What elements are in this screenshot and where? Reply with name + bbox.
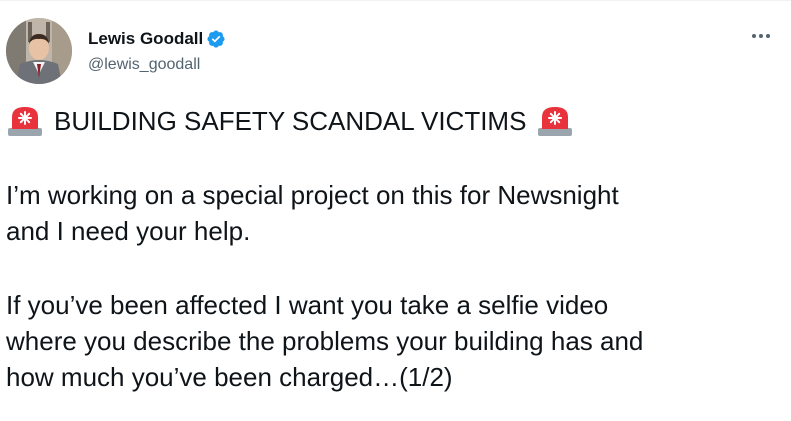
more-horizontal-icon bbox=[752, 34, 770, 38]
tweet-headline: BUILDING SAFETY SCANDAL VICTIMS bbox=[54, 106, 527, 136]
tweet-paragraph1-line: I’m working on a special project on this… bbox=[6, 180, 619, 210]
police-car-light-icon bbox=[536, 105, 574, 137]
avatar-image bbox=[6, 18, 72, 84]
tweet-paragraph1-line: and I need your help. bbox=[6, 216, 251, 246]
author-block: Lewis Goodall @lewis_goodall bbox=[88, 28, 226, 76]
avatar[interactable] bbox=[6, 18, 72, 84]
tweet-paragraph2-line: If you’ve been affected I want you take … bbox=[6, 290, 609, 320]
police-car-light-icon bbox=[6, 105, 44, 137]
tweet-card: Lewis Goodall @lewis_goodall BUILDING SA… bbox=[0, 0, 791, 421]
more-options-button[interactable] bbox=[749, 24, 773, 48]
tweet-paragraph2-line: where you describe the problems your bui… bbox=[6, 326, 644, 356]
author-name-row: Lewis Goodall bbox=[88, 28, 226, 50]
author-name[interactable]: Lewis Goodall bbox=[88, 28, 203, 50]
verified-badge-icon[interactable] bbox=[206, 29, 226, 49]
tweet-paragraph2-line: how much you’ve been charged…(1/2) bbox=[6, 362, 453, 392]
tweet-text: BUILDING SAFETY SCANDAL VICTIMS I’m work… bbox=[6, 103, 786, 395]
author-handle[interactable]: @lewis_goodall bbox=[88, 54, 226, 76]
tweet-headline-line: BUILDING SAFETY SCANDAL VICTIMS bbox=[6, 103, 786, 139]
